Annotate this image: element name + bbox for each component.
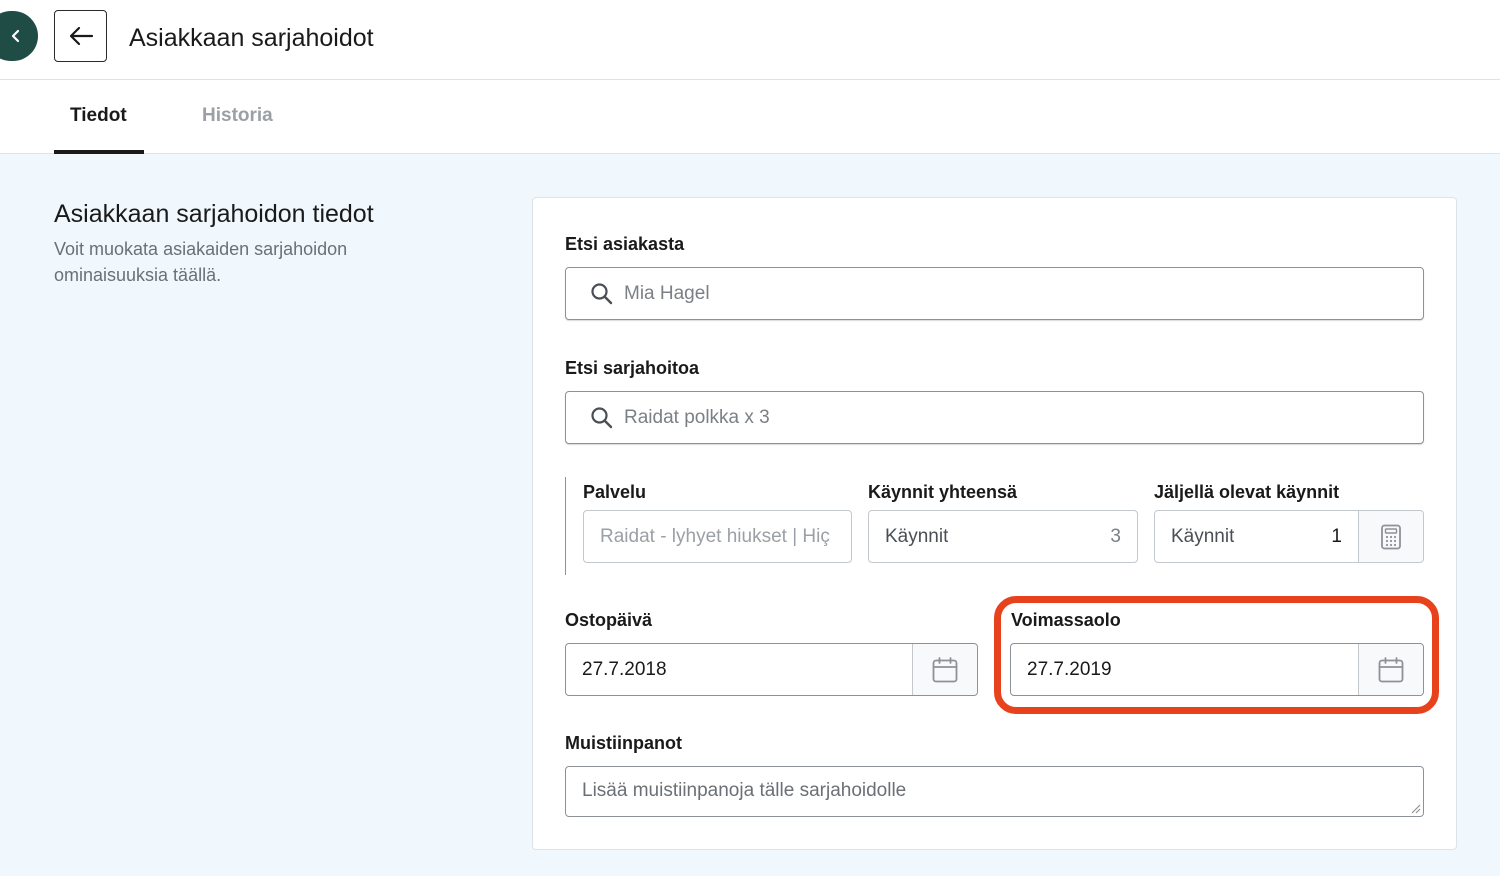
purchase-date-input[interactable]: 27.7.2018: [565, 643, 978, 696]
series-search-value: Raidat polkka x 3: [624, 406, 770, 428]
chevron-left-icon: [11, 29, 20, 43]
remaining-visits-value: 1: [1331, 525, 1342, 547]
total-visits-value: 3: [1110, 525, 1121, 547]
customer-search-input[interactable]: Mia Hagel: [565, 267, 1424, 320]
back-button[interactable]: [54, 10, 107, 62]
resize-grip-icon[interactable]: [1409, 802, 1421, 814]
notes-label: Muistiinpanot: [565, 733, 682, 753]
group-divider: [565, 477, 566, 575]
tab-historia[interactable]: Historia: [202, 104, 273, 128]
service-field: Raidat - lyhyet hiukset | Hiç: [583, 510, 852, 563]
search-icon: [590, 406, 614, 430]
top-header: Asiakkaan sarjahoidot: [0, 0, 1500, 80]
form-card: Etsi asiakasta Mia Hagel Etsi sarjahoito…: [532, 197, 1457, 850]
total-visits-placeholder: Käynnit: [885, 525, 949, 547]
total-visits-label: Käynnit yhteensä: [868, 482, 1018, 502]
service-label: Palvelu: [583, 482, 647, 502]
purchase-date-label: Ostopäivä: [565, 610, 653, 630]
calculator-icon: [1381, 524, 1401, 549]
arrow-left-icon: [69, 26, 93, 46]
remaining-visits-placeholder: Käynnit: [1171, 525, 1235, 547]
notes-placeholder: Lisää muistiinpanoja tälle sarjahoidolle: [582, 780, 907, 801]
customer-label: Etsi asiakasta: [565, 234, 685, 254]
highlight-annotation: [994, 596, 1439, 714]
service-value: Raidat - lyhyet hiukset | Hiç: [600, 525, 830, 547]
page-title: Asiakkaan sarjahoidot: [129, 24, 374, 52]
tab-bar: Tiedot Historia: [0, 80, 1500, 154]
remaining-visits-input[interactable]: Käynnit 1: [1154, 510, 1424, 563]
purchase-date-value: 27.7.2018: [582, 658, 667, 680]
search-icon: [590, 282, 614, 306]
series-search-input[interactable]: Raidat polkka x 3: [565, 391, 1424, 444]
calendar-icon: [932, 656, 958, 682]
notes-textarea[interactable]: Lisää muistiinpanoja tälle sarjahoidolle: [565, 766, 1424, 817]
tab-tiedot[interactable]: Tiedot: [70, 104, 127, 128]
remaining-visits-label: Jäljellä olevat käynnit: [1154, 482, 1340, 502]
active-tab-indicator: [54, 150, 144, 154]
section-title: Asiakkaan sarjahoidon tiedot: [54, 200, 374, 228]
sidebar-collapse-button[interactable]: [0, 11, 38, 61]
total-visits-field: Käynnit 3: [868, 510, 1138, 563]
customer-search-value: Mia Hagel: [624, 282, 710, 304]
calculator-button[interactable]: [1358, 511, 1423, 562]
purchase-date-picker-button[interactable]: [912, 644, 977, 695]
series-label: Etsi sarjahoitoa: [565, 358, 700, 378]
section-description: Voit muokata asiakaiden sarjahoidon omin…: [54, 239, 348, 285]
